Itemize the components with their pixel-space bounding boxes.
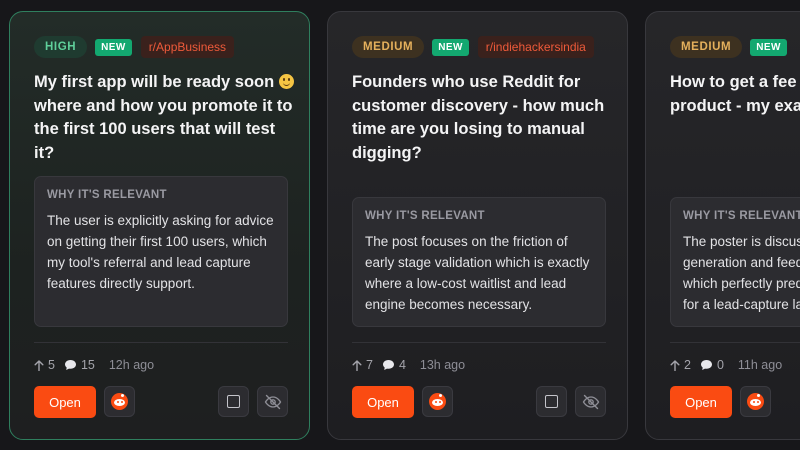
open-button[interactable]: Open — [670, 386, 732, 418]
open-button[interactable]: Open — [352, 386, 414, 418]
open-on-reddit-button[interactable] — [104, 386, 135, 417]
mark-done-checkbox[interactable] — [218, 386, 249, 417]
upvote-value: 7 — [366, 358, 373, 372]
eye-off-icon — [264, 394, 281, 409]
smiling-face-emoji-icon — [278, 74, 294, 89]
comment-count: 4 — [382, 358, 406, 372]
relevance-box: WHY IT'S RELEVANT The user is explicitly… — [34, 176, 288, 327]
relevance-heading: WHY IT'S RELEVANT — [365, 210, 485, 222]
comment-count: 15 — [64, 358, 95, 372]
open-on-reddit-button[interactable] — [740, 386, 771, 417]
post-title-line: product - my exa — [670, 96, 800, 115]
divider — [352, 342, 606, 343]
post-age: 13h ago — [419, 358, 466, 372]
mark-done-checkbox[interactable] — [536, 386, 567, 417]
post-title-part: where and how you promote it to the firs… — [34, 96, 293, 162]
reddit-icon — [429, 393, 446, 410]
arrow-up-icon — [670, 359, 680, 371]
divider — [670, 342, 800, 343]
post-title[interactable]: My first app will be ready soon where an… — [34, 71, 296, 165]
priority-badge-medium: MEDIUM — [670, 36, 743, 58]
relevance-box: WHY IT'S RELEVANT The post focuses on th… — [352, 197, 606, 327]
post-meta: 2 0 11h ago — [670, 358, 782, 372]
post-meta: 7 4 13h ago — [352, 358, 465, 372]
comment-count: 0 — [700, 358, 724, 372]
relevance-heading: WHY IT'S RELEVANT — [47, 189, 167, 201]
new-badge: NEW — [750, 38, 787, 56]
upvote-value: 2 — [684, 358, 691, 372]
new-badge: NEW — [95, 38, 132, 56]
upvote-count: 2 — [670, 358, 691, 372]
post-title-line: How to get a fee — [670, 73, 797, 91]
opportunities-board: HIGH NEW r/AppBusiness My first app will… — [0, 0, 800, 450]
relevance-line: which perfectly pred — [683, 276, 800, 291]
relevance-text: The post focuses on the friction of earl… — [365, 234, 590, 312]
upvote-value: 5 — [48, 358, 55, 372]
eye-off-icon — [582, 394, 599, 409]
reddit-icon — [111, 393, 128, 410]
post-age: 11h ago — [737, 358, 783, 372]
checkbox-icon — [227, 395, 240, 408]
comment-value: 15 — [80, 358, 95, 372]
priority-badge-high: HIGH — [34, 36, 88, 58]
reddit-icon — [747, 393, 764, 410]
checkbox-icon — [545, 395, 558, 408]
subreddit-tag[interactable]: r/indiehackersindia — [477, 36, 594, 58]
hide-button[interactable] — [257, 386, 288, 417]
card-actions: Open — [34, 386, 288, 418]
relevance-text: The user is explicitly asking for advice… — [47, 213, 274, 291]
post-meta: 5 15 12h ago — [34, 358, 154, 372]
card-actions: Open — [670, 386, 800, 418]
subreddit-tag[interactable]: r/AppBusiness — [140, 36, 235, 58]
post-card: MEDIUM NEW How to get a fee product - my … — [645, 11, 800, 440]
card-tags: HIGH NEW r/AppBusiness — [34, 36, 235, 58]
priority-badge-medium: MEDIUM — [352, 36, 425, 58]
relevance-line: The poster is discus — [683, 234, 800, 249]
post-title[interactable]: How to get a fee product - my exa — [670, 71, 800, 118]
comment-icon — [700, 360, 712, 370]
card-actions: Open — [352, 386, 606, 418]
relevance-heading: WHY IT'S RELEVANT — [683, 210, 800, 222]
comment-icon — [382, 360, 394, 370]
divider — [34, 342, 288, 343]
card-tags: MEDIUM NEW — [670, 36, 796, 58]
comment-value: 4 — [398, 358, 406, 372]
relevance-box: WHY IT'S RELEVANT The poster is discus ge… — [670, 197, 800, 327]
card-tags: MEDIUM NEW r/indiehackersindia — [352, 36, 594, 58]
upvote-count: 7 — [352, 358, 373, 372]
post-age: 12h ago — [108, 358, 155, 372]
post-title-part: My first app will be ready soon — [34, 73, 279, 91]
post-title[interactable]: Founders who use Reddit for customer dis… — [352, 71, 614, 165]
relevance-text: The poster is discus generation and feed w… — [683, 231, 800, 315]
relevance-line: for a lead-capture la — [683, 297, 800, 312]
open-button[interactable]: Open — [34, 386, 96, 418]
post-card: HIGH NEW r/AppBusiness My first app will… — [9, 11, 310, 440]
comment-value: 0 — [716, 358, 724, 372]
hide-button[interactable] — [575, 386, 606, 417]
upvote-count: 5 — [34, 358, 55, 372]
arrow-up-icon — [352, 359, 362, 371]
post-card: MEDIUM NEW r/indiehackersindia Founders … — [327, 11, 628, 440]
relevance-line: generation and feed — [683, 255, 800, 270]
open-on-reddit-button[interactable] — [422, 386, 453, 417]
comment-icon — [64, 360, 76, 370]
new-badge: NEW — [432, 38, 469, 56]
arrow-up-icon — [34, 359, 44, 371]
